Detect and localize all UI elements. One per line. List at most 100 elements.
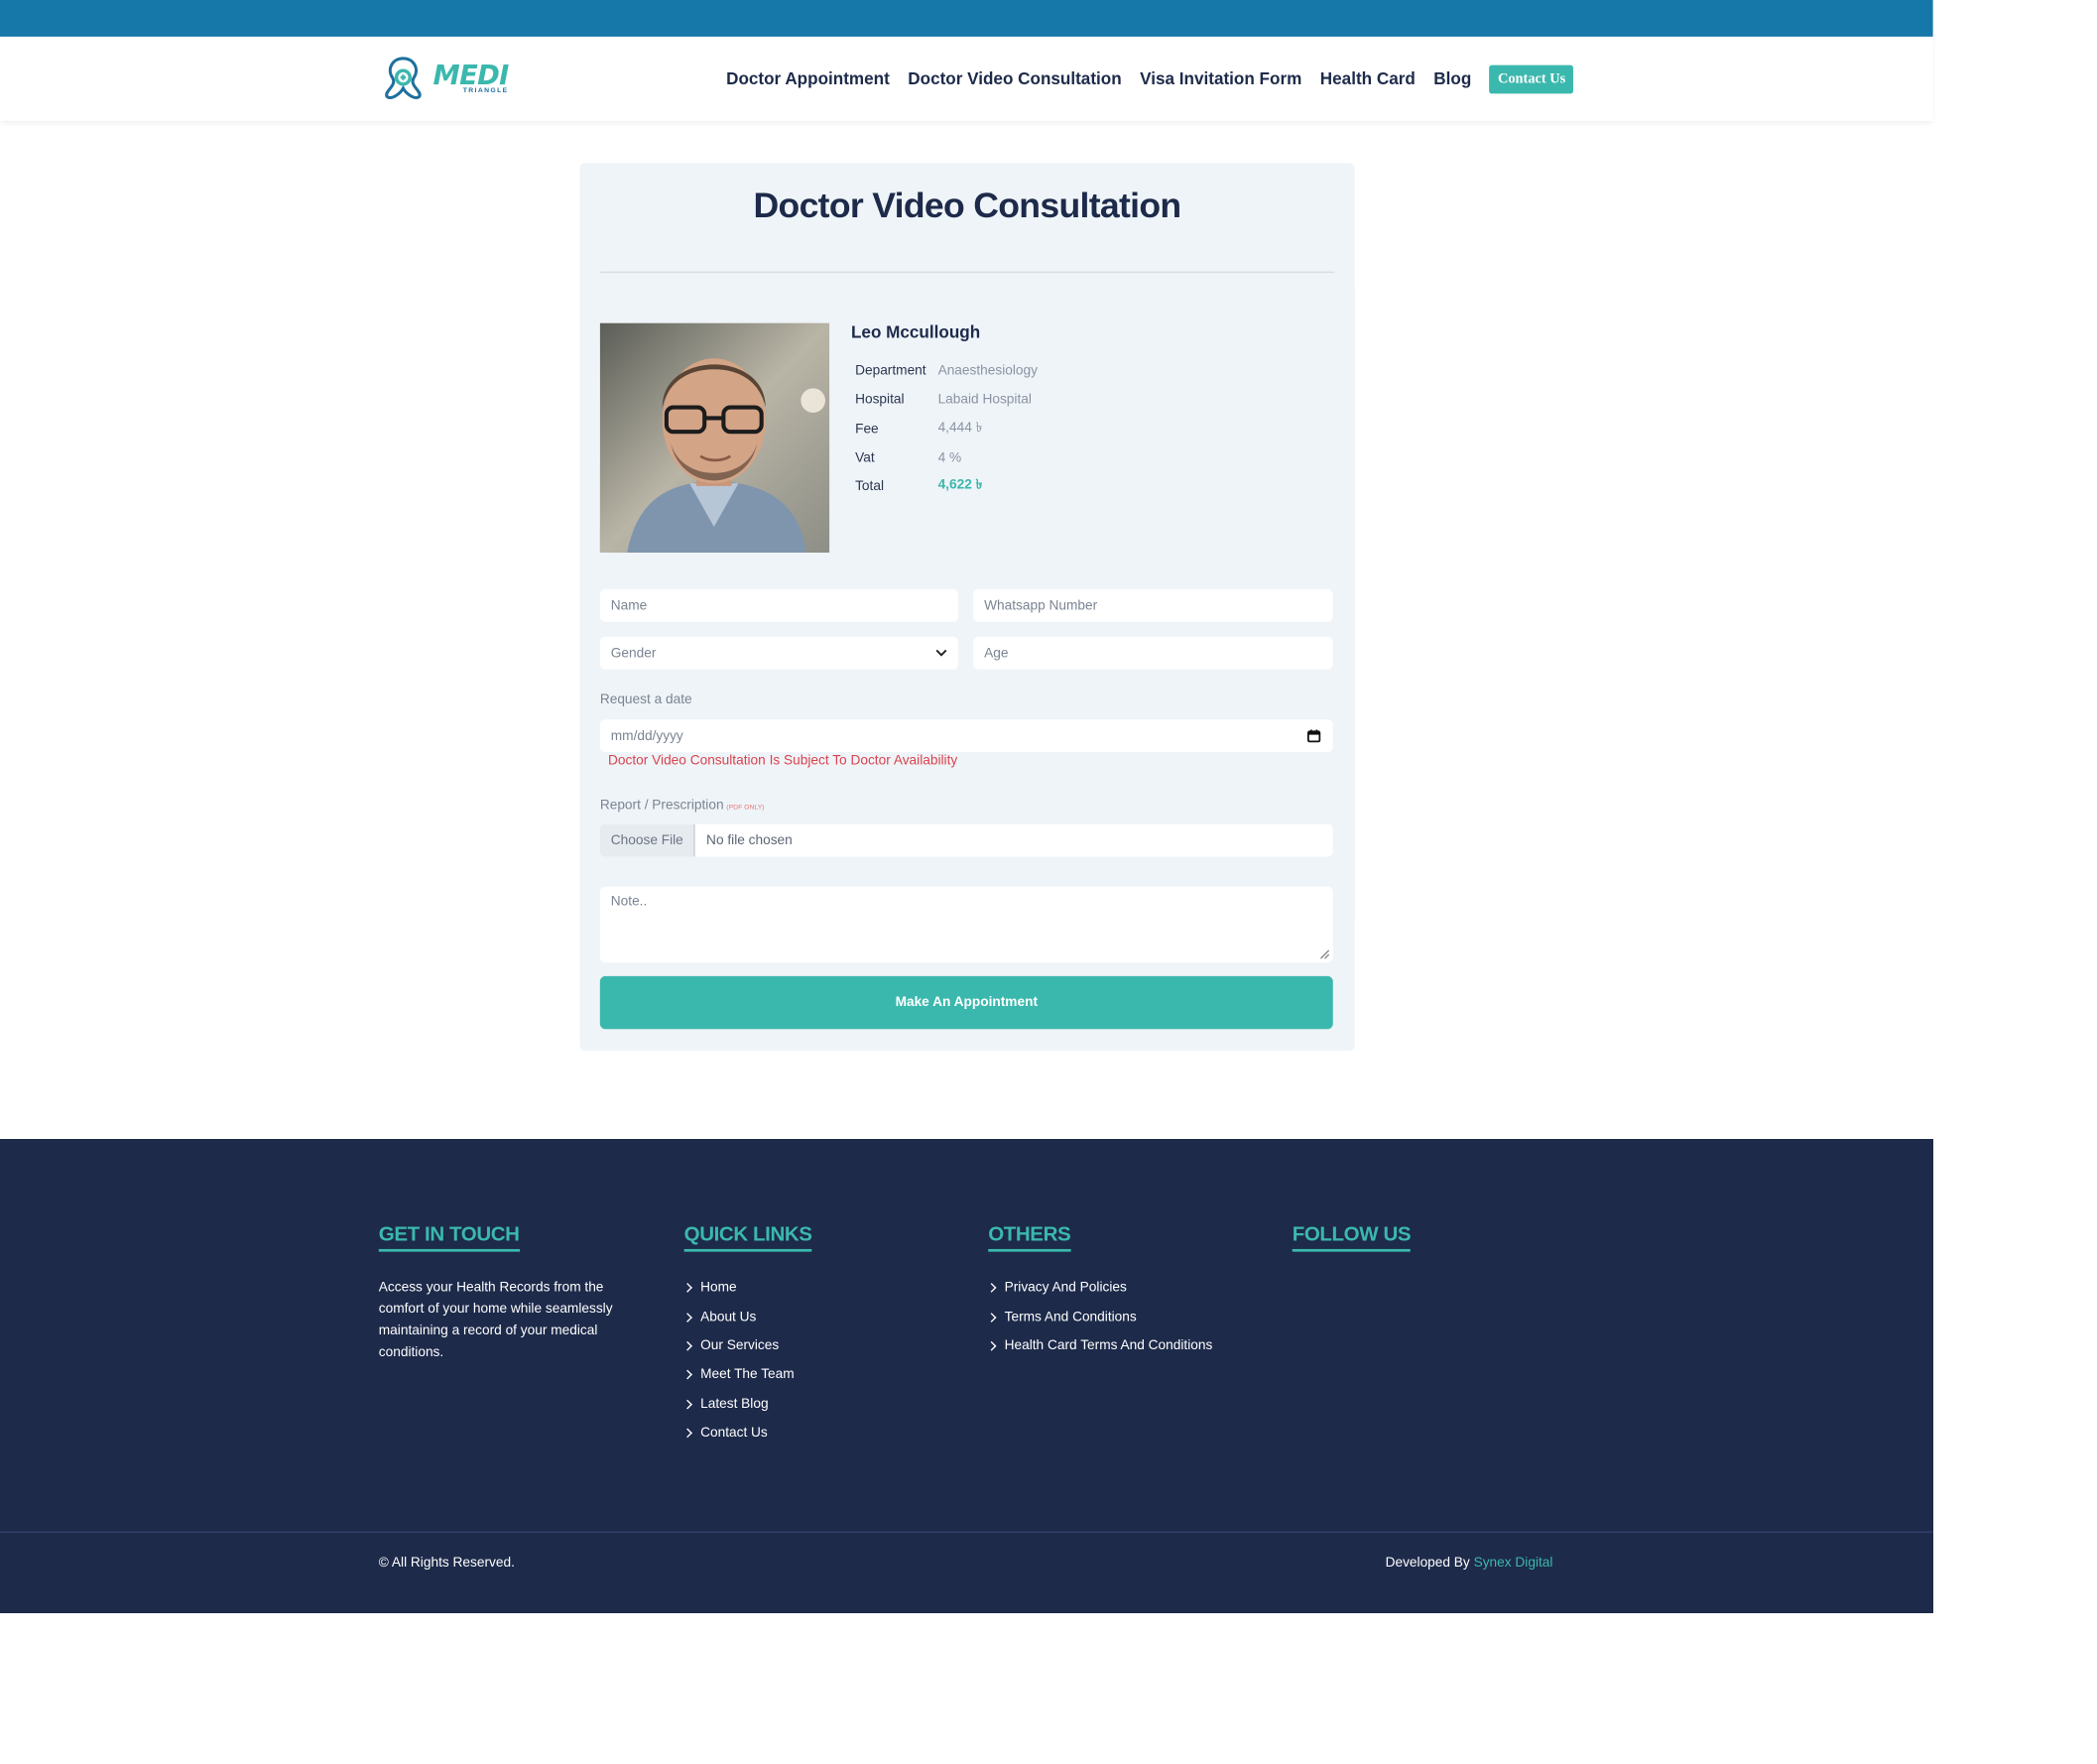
info-row: Total 4,622 ৳ <box>855 472 1038 501</box>
chevron-right-icon <box>682 1283 692 1294</box>
age-input[interactable]: Age <box>973 636 1333 670</box>
main-nav: Doctor Appointment Doctor Video Consulta… <box>726 37 1574 121</box>
footer: GET IN TOUCH Access your Health Records … <box>0 1139 1933 1613</box>
name-placeholder: Name <box>610 597 648 613</box>
info-row: Fee 4,444 ৳ <box>855 415 1038 443</box>
footer-divider <box>0 1531 1933 1533</box>
top-bar <box>0 0 1933 37</box>
developer-credit: Developed By Synex Digital <box>1386 1556 1553 1571</box>
resize-handle-icon[interactable] <box>1319 949 1330 960</box>
chevron-right-icon <box>682 1399 692 1410</box>
footer-follow-us: FOLLOW US <box>1292 1223 1412 1252</box>
report-label: Report / Prescription (PDF ONLY) <box>600 799 765 814</box>
date-label: Request a date <box>599 692 692 707</box>
calendar-icon[interactable] <box>1306 729 1321 743</box>
footer-link-terms[interactable]: Terms And Conditions <box>986 1303 1212 1331</box>
footer-link-label: About Us <box>700 1309 757 1324</box>
footer-link-label: Home <box>700 1280 737 1296</box>
page: MEDI TRIANGLE Doctor Appointment Doctor … <box>0 0 1933 1613</box>
developer-link[interactable]: Synex Digital <box>1474 1556 1553 1571</box>
doctor-name: Leo Mccullough <box>850 322 981 342</box>
doctor-portrait-image <box>599 322 830 553</box>
chevron-right-icon <box>682 1312 692 1323</box>
logo-title: MEDI <box>432 58 510 90</box>
availability-warning: Doctor Video Consultation Is Subject To … <box>608 753 958 769</box>
pdf-only-note: (PDF ONLY) <box>726 804 765 813</box>
footer-link-meet-the-team[interactable]: Meet The Team <box>682 1360 812 1389</box>
footer-heading: QUICK LINKS <box>683 1223 812 1252</box>
make-appointment-button[interactable]: Make An Appointment <box>599 975 1333 1030</box>
footer-heading: FOLLOW US <box>1292 1223 1412 1252</box>
footer-link-about-us[interactable]: About Us <box>682 1303 812 1331</box>
chevron-right-icon <box>986 1283 997 1294</box>
footer-link-label: Terms And Conditions <box>1004 1309 1137 1324</box>
chevron-right-icon <box>986 1340 997 1351</box>
footer-link-label: Meet The Team <box>700 1367 795 1383</box>
info-value: 4 % <box>937 450 962 466</box>
footer-link-label: Latest Blog <box>700 1396 769 1412</box>
gender-placeholder: Gender <box>610 645 657 661</box>
footer-link-label: Contact Us <box>700 1426 768 1442</box>
nav-doctor-appointment[interactable]: Doctor Appointment <box>726 69 890 88</box>
note-placeholder: Note.. <box>610 894 648 910</box>
footer-heading: GET IN TOUCH <box>378 1223 520 1252</box>
contact-us-button[interactable]: Contact Us <box>1489 63 1574 93</box>
age-placeholder: Age <box>984 645 1009 661</box>
footer-link-privacy[interactable]: Privacy And Policies <box>986 1274 1212 1303</box>
footer-link-our-services[interactable]: Our Services <box>682 1331 812 1360</box>
info-key: Department <box>855 363 926 379</box>
info-value: 4,444 ৳ <box>937 420 983 436</box>
doctor-photo <box>599 322 830 553</box>
chevron-down-icon <box>935 649 947 657</box>
nav-visa-invitation-form[interactable]: Visa Invitation Form <box>1140 69 1301 88</box>
choose-file-button[interactable]: Choose File <box>599 823 696 857</box>
footer-link-latest-blog[interactable]: Latest Blog <box>682 1390 812 1419</box>
whatsapp-input[interactable]: Whatsapp Number <box>973 588 1333 622</box>
name-input[interactable]: Name <box>599 588 959 622</box>
footer-others: OTHERS Privacy And Policies Terms And Co… <box>986 1223 1213 1361</box>
file-input[interactable]: Choose File No file chosen <box>599 823 1333 857</box>
info-value: Labaid Hospital <box>937 393 1032 409</box>
logo[interactable]: MEDI TRIANGLE <box>379 53 520 101</box>
footer-link-home[interactable]: Home <box>682 1274 812 1303</box>
note-textarea[interactable]: Note.. <box>599 886 1333 963</box>
developed-by-label: Developed By <box>1385 1556 1470 1572</box>
footer-link-label: Health Card Terms And Conditions <box>1004 1338 1213 1354</box>
nav-blog[interactable]: Blog <box>1433 69 1471 88</box>
footer-link-label: Privacy And Policies <box>1004 1280 1127 1296</box>
info-row: Vat 4 % <box>855 443 1038 472</box>
divider <box>599 271 1335 274</box>
footer-link-contact-us[interactable]: Contact Us <box>682 1419 812 1448</box>
info-key: Hospital <box>855 393 905 409</box>
footer-heading: OTHERS <box>988 1223 1071 1252</box>
chevron-right-icon <box>986 1312 997 1323</box>
copyright-text: © All Rights Reserved. <box>378 1556 515 1572</box>
info-row: Hospital Labaid Hospital <box>855 386 1038 415</box>
whatsapp-placeholder: Whatsapp Number <box>984 597 1098 613</box>
nav-health-card[interactable]: Health Card <box>1320 69 1416 88</box>
report-label-text: Report / Prescription <box>599 798 724 814</box>
footer-get-in-touch: GET IN TOUCH Access your Health Records … <box>378 1223 651 1364</box>
info-row: Department Anaesthesiology <box>855 357 1038 386</box>
info-key: Vat <box>855 450 875 466</box>
chevron-right-icon <box>682 1428 692 1439</box>
consultation-card: Doctor Video Consultation Leo Mccullough… <box>579 163 1355 1052</box>
navbar: MEDI TRIANGLE Doctor Appointment Doctor … <box>0 36 1933 121</box>
nav-doctor-video-consultation[interactable]: Doctor Video Consultation <box>908 69 1121 88</box>
date-input[interactable]: mm/dd/yyyy <box>599 719 1333 753</box>
chevron-right-icon <box>682 1340 692 1351</box>
info-value: Anaesthesiology <box>937 363 1038 379</box>
logo-icon <box>385 57 422 99</box>
file-status: No file chosen <box>706 832 793 848</box>
total-value: 4,622 ৳ <box>937 478 983 494</box>
info-key: Fee <box>855 422 879 438</box>
gender-select[interactable]: Gender <box>599 636 959 670</box>
doctor-info-table: Department Anaesthesiology Hospital Laba… <box>855 357 1038 502</box>
footer-link-label: Our Services <box>700 1338 780 1354</box>
date-placeholder: mm/dd/yyyy <box>610 728 683 744</box>
others-list: Privacy And Policies Terms And Condition… <box>986 1274 1213 1361</box>
chevron-right-icon <box>682 1370 692 1380</box>
footer-about-text: Access your Health Records from the comf… <box>378 1280 613 1361</box>
page-title: Doctor Video Consultation <box>753 185 1182 226</box>
footer-link-health-card-terms[interactable]: Health Card Terms And Conditions <box>986 1331 1213 1360</box>
